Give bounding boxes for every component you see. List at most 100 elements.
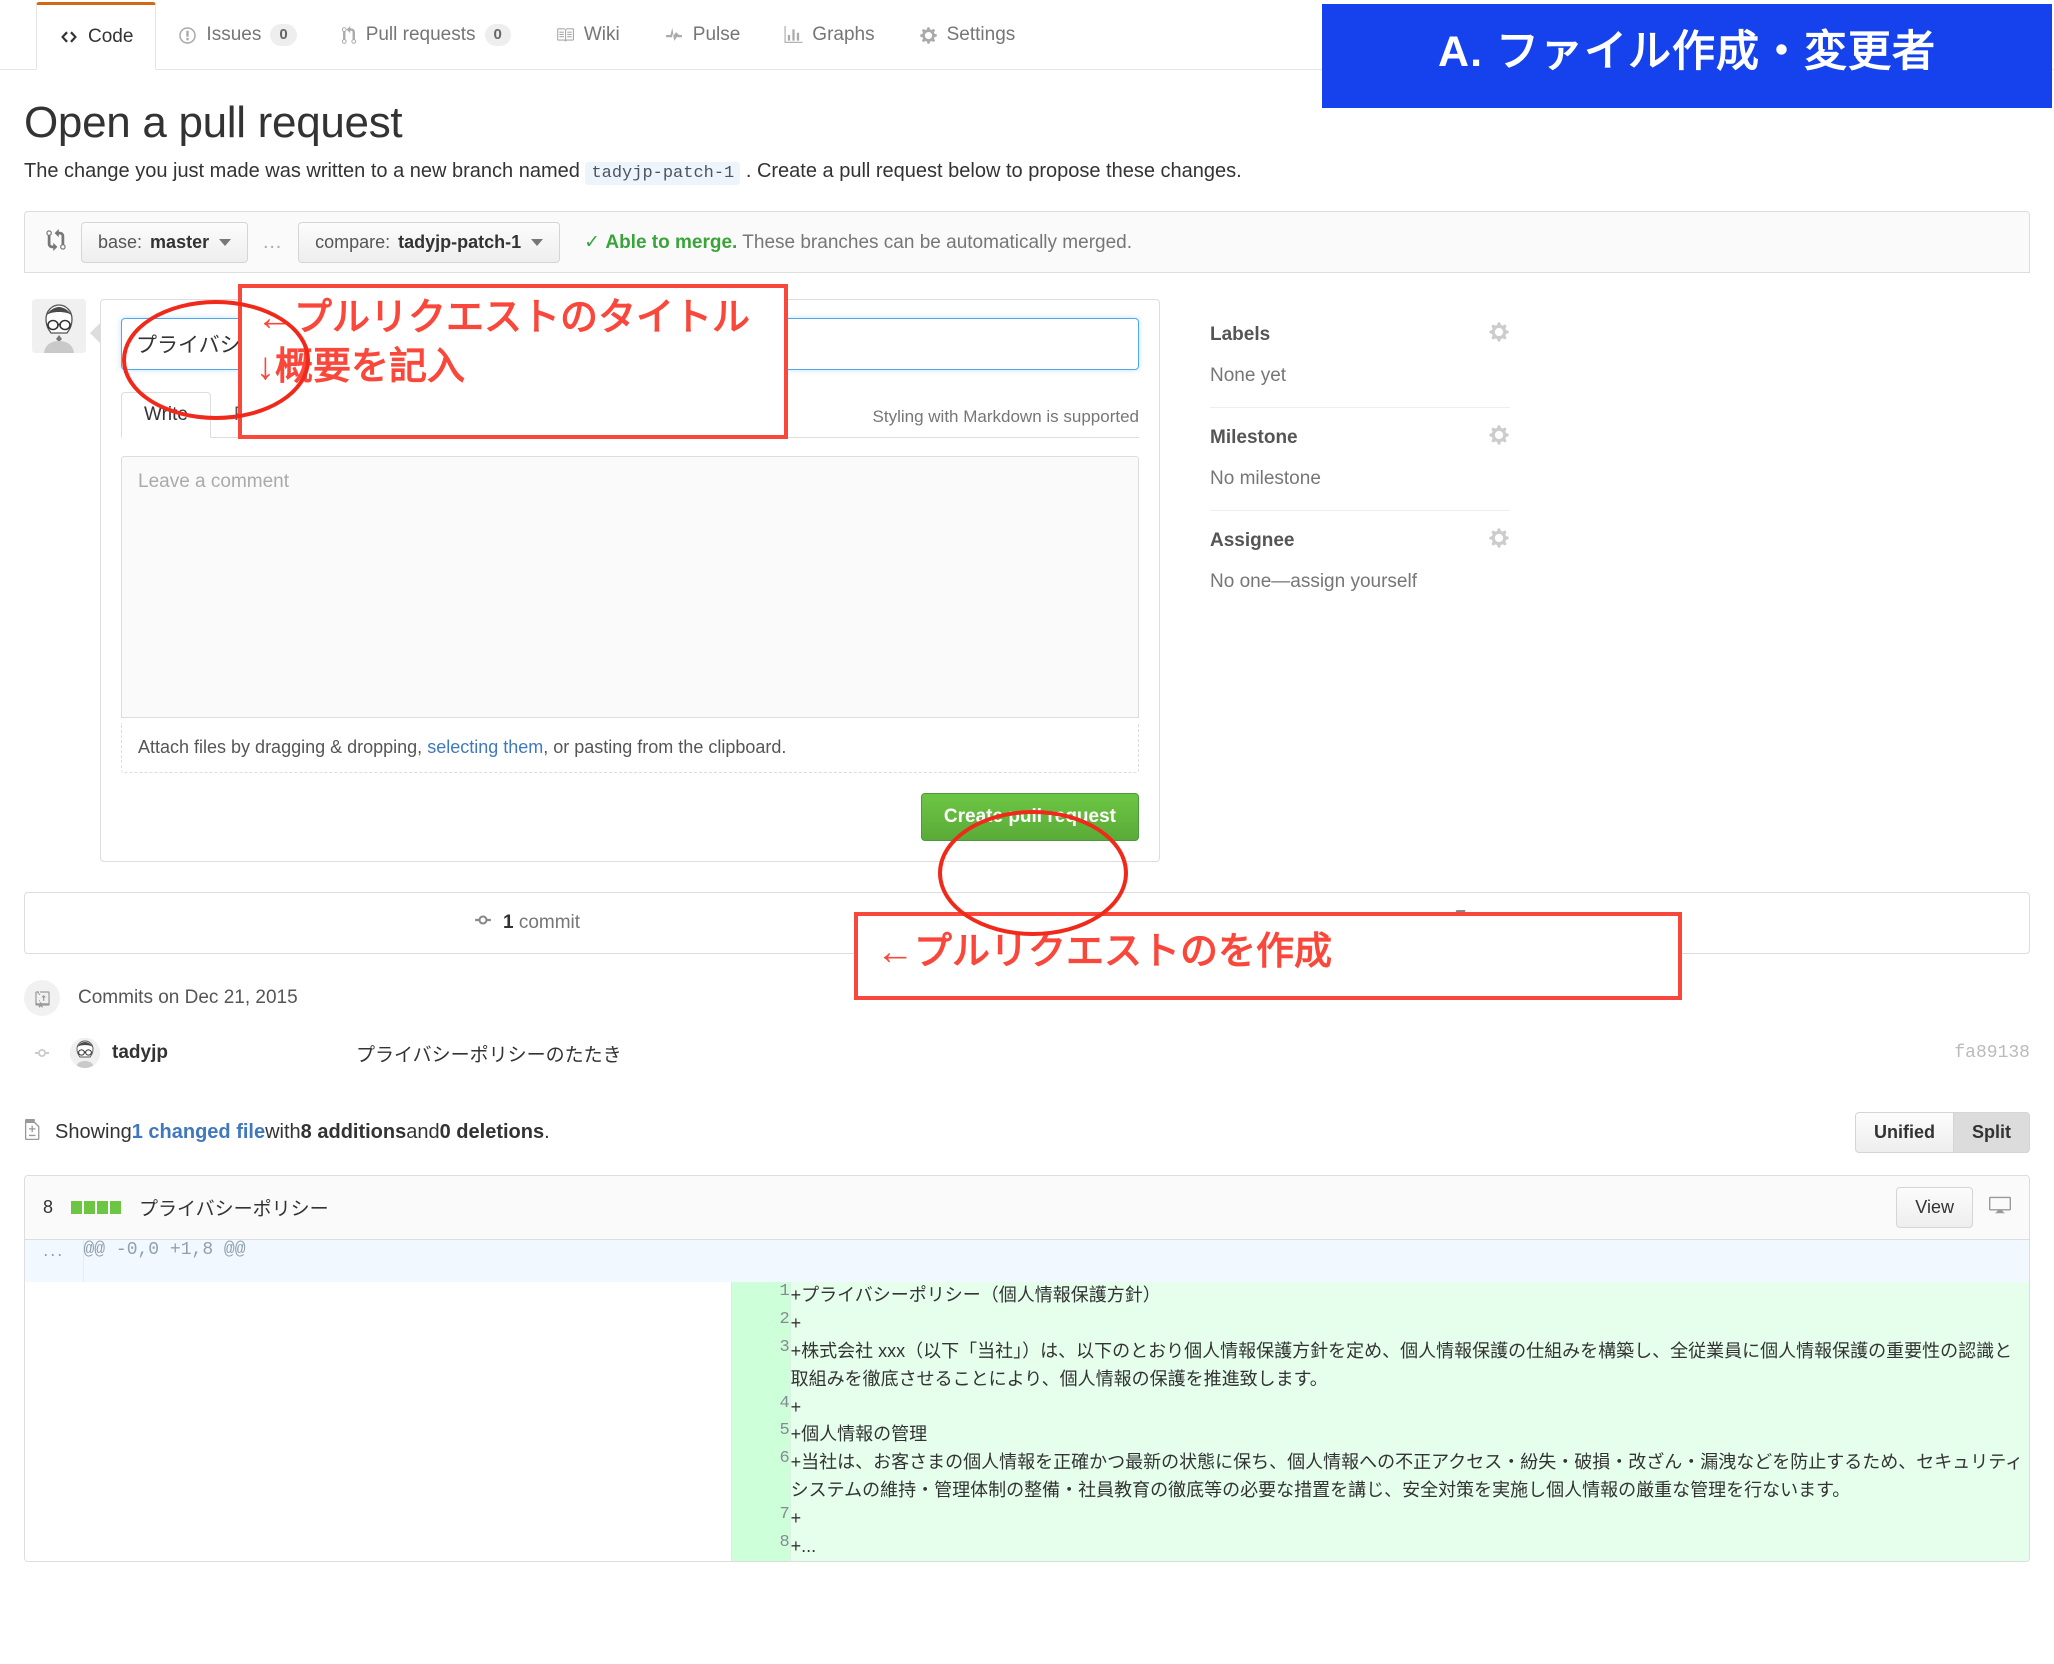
subtitle-before: The change you just made was written to … <box>24 160 580 182</box>
repo-nav-item-wiki[interactable]: Wiki <box>533 1 642 69</box>
diff-filename[interactable]: プライバシーポリシー <box>139 1194 329 1221</box>
diff-stat-bar <box>71 1201 122 1214</box>
additions-count: 8 additions <box>300 1121 407 1143</box>
sidebar-labels-head: Labels <box>1210 321 1510 349</box>
diff-line-number: 6 <box>732 1449 791 1506</box>
diff-line-text: プライバシーポリシー（個人情報保護方針） <box>801 1285 1161 1305</box>
showing-prefix: Showing <box>55 1121 132 1143</box>
comment-textarea[interactable] <box>121 456 1139 718</box>
branch-name-code: tadyjp-patch-1 <box>585 162 741 185</box>
diff-line: 1 +プライバシーポリシー（個人情報保護方針） <box>732 1282 2029 1310</box>
diff-line-content: +当社は、お客さまの個人情報を正確かつ最新の状態に保ち、個人情報への不正アクセス… <box>790 1449 2029 1506</box>
git-compare-icon <box>45 228 67 256</box>
annotation-title-callout: ←プルリクエストのタイトル ↓概要を記入 <box>238 284 788 439</box>
diff-line-marker: + <box>790 1285 802 1305</box>
diff-line-marker: + <box>790 1312 802 1333</box>
section-banner-text: A. ファイル作成・変更者 <box>1438 28 1936 76</box>
gear-icon[interactable] <box>1488 424 1510 452</box>
diff-line-number: 3 <box>732 1337 791 1394</box>
commits-group-label: Commits on Dec 21, 2015 <box>78 987 298 1008</box>
subtitle-after: . Create a pull request below to propose… <box>745 160 1242 182</box>
base-branch-name: master <box>150 231 210 252</box>
sidebar-assignee-title: Assignee <box>1210 530 1295 551</box>
repo-nav-item-graphs[interactable]: Graphs <box>762 1 896 69</box>
diff-line-number: 2 <box>732 1309 791 1338</box>
attach-hint-before: Attach files by dragging & dropping, <box>138 737 428 757</box>
compare-branch-selector[interactable]: compare: tadyjp-patch-1 <box>298 221 561 263</box>
git-pull-request-icon <box>341 25 357 45</box>
repo-nav-label-pulse: Pulse <box>692 24 741 45</box>
repo-nav-item-issues[interactable]: Issues 0 <box>156 1 318 69</box>
gear-icon[interactable] <box>1488 527 1510 555</box>
base-branch-selector[interactable]: base: master <box>81 221 249 263</box>
git-commit-icon <box>24 1045 60 1061</box>
diff-header-actions: View <box>1896 1187 2011 1228</box>
diff-line-marker: + <box>790 1396 802 1417</box>
repo-nav-item-code[interactable]: Code <box>36 2 157 70</box>
diff-table: ... @@ -0,0 +1,8 @@ 1 +プライバシーポリシー（個人情報保護… <box>25 1240 2029 1561</box>
repo-nav-item-pulse[interactable]: Pulse <box>642 1 763 69</box>
diff-line-content: +株式会社 xxx（以下「当社」）は、以下のとおり個人情報保護方針を定め、個人情… <box>790 1337 2029 1394</box>
repo-nav-item-settings[interactable]: Settings <box>897 1 1038 69</box>
hunk-expand-dots[interactable]: ... <box>25 1240 84 1282</box>
diff-line-marker: + <box>790 1536 802 1557</box>
diff-line-number: 1 <box>732 1282 791 1310</box>
commits-label: commit <box>518 912 581 933</box>
diff-line-text: 個人情報の管理 <box>801 1424 928 1445</box>
issue-opened-icon <box>178 26 197 45</box>
commit-author[interactable]: tadyjp <box>112 1042 168 1064</box>
commit-sha[interactable]: fa89138 <box>1954 1043 2030 1063</box>
sidebar-section-labels: Labels None yet <box>1210 305 1510 408</box>
pr-sidebar: Labels None yet Milestone No milestone A… <box>1210 299 1510 862</box>
annotation-create-callout: ←プルリクエストのを作成 <box>854 912 1682 1000</box>
repo-push-icon <box>24 980 60 1016</box>
diff-line-marker: + <box>790 1452 802 1473</box>
diff-file-header: 8 プライバシーポリシー View <box>25 1176 2029 1240</box>
diff-line-marker: + <box>790 1508 802 1529</box>
diff-view-mode-group: Unified Split <box>1855 1112 2030 1153</box>
sidebar-section-assignee: Assignee No one—assign yourself <box>1210 511 1510 613</box>
check-icon: ✓ <box>584 231 601 253</box>
section-banner: A. ファイル作成・変更者 <box>1322 4 2052 108</box>
commit-message[interactable]: プライバシーポリシーのたたき <box>356 1040 622 1067</box>
chevron-down-icon <box>531 238 544 246</box>
diff-line-content: +個人情報の管理 <box>790 1421 2029 1450</box>
diff-line-content: +... <box>790 1533 2029 1561</box>
repo-nav-label-code: Code <box>88 26 134 47</box>
diff-icon <box>24 1119 43 1146</box>
gear-icon[interactable] <box>1488 321 1510 349</box>
merge-status-strong: Able to merge. <box>605 231 738 253</box>
avatar <box>70 1038 100 1068</box>
diff-line-marker: + <box>790 1424 802 1445</box>
diff-line-content: +プライバシーポリシー（個人情報保護方針） <box>790 1282 2029 1310</box>
diff-line: 4 + <box>732 1393 2029 1422</box>
repo-nav-label-settings: Settings <box>946 24 1016 45</box>
annotation-title-line1: ←プルリクエストのタイトル <box>256 297 751 339</box>
annotation-title-line2: ↓概要を記入 <box>256 345 466 388</box>
hunk-header-text: @@ -0,0 +1,8 @@ <box>83 1240 2029 1282</box>
diff-view-split-button[interactable]: Split <box>1954 1112 2030 1153</box>
device-desktop-icon[interactable] <box>1989 1194 2011 1222</box>
diff-line-marker: + <box>790 1340 802 1361</box>
chevron-down-icon <box>219 238 232 246</box>
avatar <box>32 299 86 353</box>
repo-nav-item-pull-requests[interactable]: Pull requests 0 <box>319 1 533 69</box>
repo-nav-count-issues: 0 <box>270 24 297 46</box>
changed-file-link[interactable]: 1 changed file <box>132 1121 265 1144</box>
repo-nav-label-issues: Issues <box>206 24 262 45</box>
diff-view-unified-button[interactable]: Unified <box>1855 1112 1954 1153</box>
view-file-button[interactable]: View <box>1896 1187 1973 1228</box>
commit-row: tadyjp プライバシーポリシーのたたき fa89138 <box>24 1028 2030 1078</box>
selecting-them-link[interactable]: selecting them <box>427 737 543 757</box>
diff-line-content: + <box>790 1505 2029 1534</box>
compare-branch-name: tadyjp-patch-1 <box>398 231 522 252</box>
diff-line-text: 当社は、お客さまの個人情報を正確かつ最新の状態に保ち、個人情報への不正アクセス・… <box>790 1452 2024 1501</box>
diff-right-pane: 1 +プライバシーポリシー（個人情報保護方針） 2 + 3 +株式会社 xxx（… <box>732 1282 2029 1561</box>
compare-bar: base: master … compare: tadyjp-patch-1 ✓… <box>24 211 2030 273</box>
sidebar-milestone-title: Milestone <box>1210 427 1298 448</box>
compare-prefix: compare: <box>315 231 391 252</box>
diff-line-number: 7 <box>732 1505 791 1534</box>
diff-left-pane <box>25 1282 733 1561</box>
showing-mid: with <box>265 1121 301 1143</box>
annotation-ellipse-create <box>938 810 1128 936</box>
